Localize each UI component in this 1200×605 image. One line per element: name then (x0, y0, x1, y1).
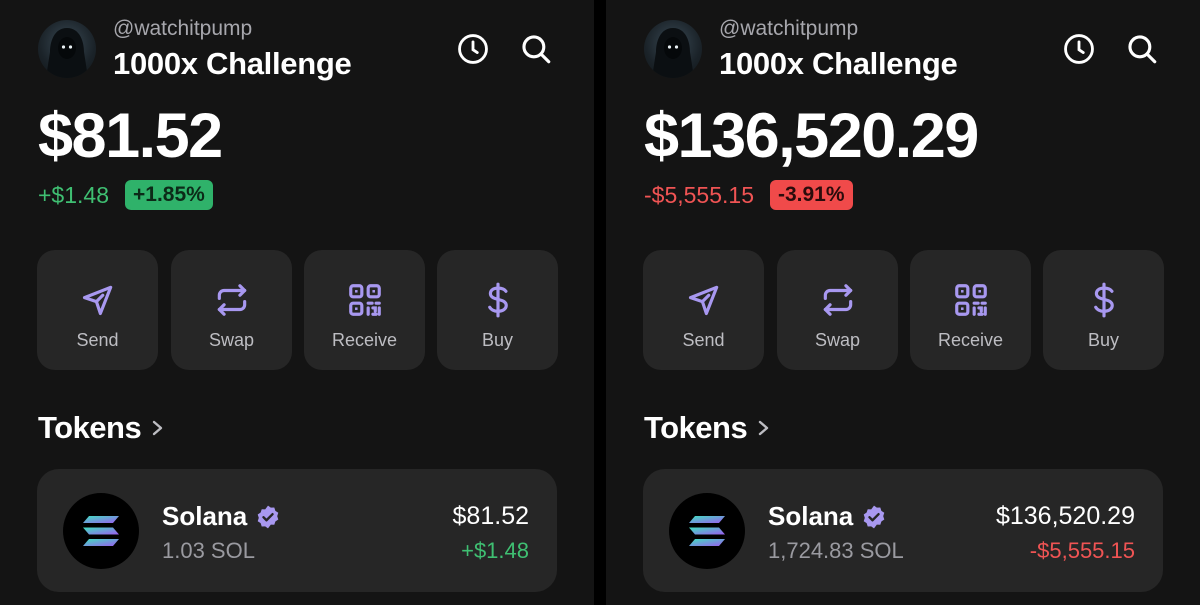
hooded-figure-icon (46, 28, 88, 78)
send-button[interactable]: Send (37, 250, 158, 370)
verified-badge-icon (863, 505, 885, 528)
receive-label: Receive (331, 330, 398, 350)
buy-button[interactable]: Buy (1043, 250, 1164, 370)
avatar[interactable] (644, 20, 702, 78)
tokens-title: Tokens (644, 410, 748, 445)
qr-code-icon (345, 280, 385, 320)
username: @watchitpump (113, 17, 253, 40)
receive-label: Receive (937, 330, 1004, 350)
dollar-icon (1084, 280, 1124, 320)
send-label: Send (682, 330, 725, 350)
change-percent-badge: -3.91% (769, 180, 853, 210)
dollar-icon (478, 280, 518, 320)
solana-logo-icon (669, 493, 745, 569)
receive-button[interactable]: Receive (910, 250, 1031, 370)
wallet-name[interactable]: 1000x Challenge (113, 46, 352, 82)
buy-label: Buy (1087, 330, 1120, 350)
change-percent-badge: +1.85% (125, 180, 213, 210)
chevron-right-icon (153, 420, 163, 436)
token-quantity: 1.03 SOL (162, 538, 255, 563)
buy-button[interactable]: Buy (437, 250, 558, 370)
swap-button[interactable]: Swap (171, 250, 292, 370)
qr-code-icon (951, 280, 991, 320)
username: @watchitpump (719, 17, 859, 40)
token-change: -$5,555.15 (1029, 538, 1135, 563)
chevron-right-icon (759, 420, 769, 436)
buy-label: Buy (481, 330, 514, 350)
clock-icon[interactable] (1061, 31, 1097, 67)
tokens-title: Tokens (38, 410, 142, 445)
send-icon (78, 280, 118, 320)
token-quantity: 1,724.83 SOL (768, 538, 904, 563)
receive-button[interactable]: Receive (304, 250, 425, 370)
swap-icon (818, 280, 858, 320)
search-icon[interactable] (518, 31, 554, 67)
total-balance: $136,520.29 (644, 101, 979, 171)
swap-icon (212, 280, 252, 320)
swap-label: Swap (814, 330, 861, 350)
send-button[interactable]: Send (643, 250, 764, 370)
balance-change: +$1.48 +1.85% (38, 180, 213, 210)
token-row[interactable]: Solana 1.03 SOL $81.52 +$1.48 (37, 469, 557, 592)
token-name: Solana (768, 501, 887, 532)
panel-divider (594, 0, 606, 605)
tokens-header[interactable]: Tokens (644, 410, 773, 446)
wallet-screen-right: @watchitpump 1000x Challenge $136,520.29… (606, 0, 1200, 605)
clock-icon[interactable] (455, 31, 491, 67)
token-value: $81.52 (452, 502, 529, 530)
tokens-header[interactable]: Tokens (38, 410, 167, 446)
solana-logo-icon (63, 493, 139, 569)
token-row[interactable]: Solana 1,724.83 SOL $136,520.29 -$5,555.… (643, 469, 1163, 592)
token-name: Solana (162, 501, 281, 532)
verified-badge-icon (257, 505, 279, 528)
send-label: Send (76, 330, 119, 350)
change-amount: -$5,555.15 (644, 181, 754, 208)
search-icon[interactable] (1124, 31, 1160, 67)
token-change: +$1.48 (461, 538, 529, 563)
balance-change: -$5,555.15 -3.91% (644, 180, 853, 210)
send-icon (684, 280, 724, 320)
change-amount: +$1.48 (38, 181, 109, 208)
token-value: $136,520.29 (995, 502, 1135, 530)
hooded-figure-icon (652, 28, 694, 78)
wallet-name[interactable]: 1000x Challenge (719, 46, 958, 82)
avatar[interactable] (38, 20, 96, 78)
swap-button[interactable]: Swap (777, 250, 898, 370)
total-balance: $81.52 (38, 101, 223, 171)
swap-label: Swap (208, 330, 255, 350)
wallet-screen-left: @watchitpump 1000x Challenge $81.52 +$1.… (0, 0, 594, 605)
